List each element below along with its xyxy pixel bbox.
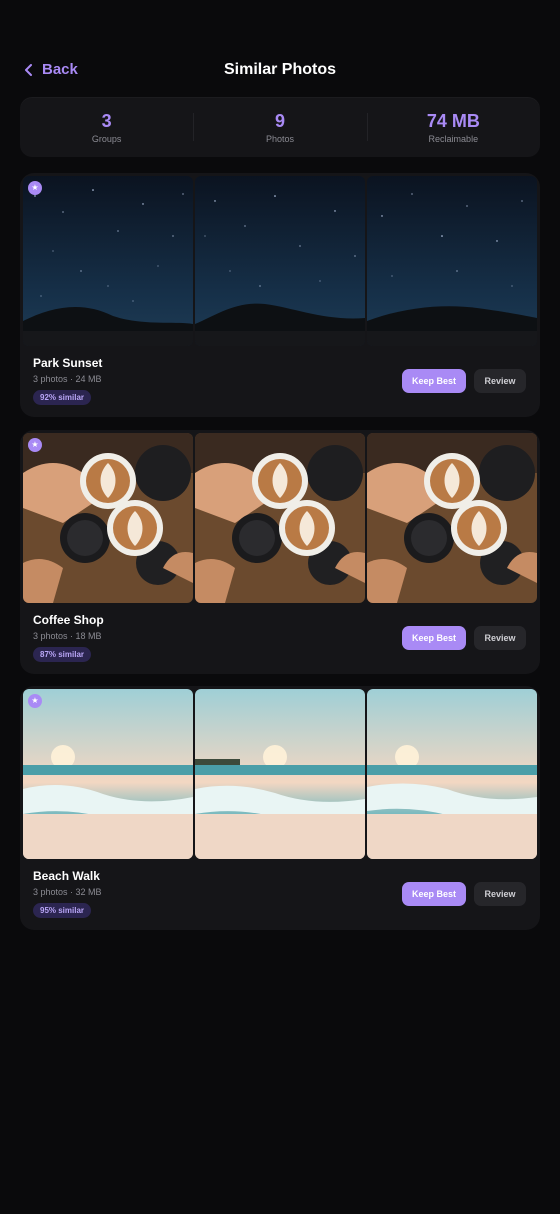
group-actions: Keep Best Review <box>402 626 526 650</box>
star-icon: ★ <box>28 694 42 708</box>
group-name: Coffee Shop <box>33 613 104 627</box>
similarity-badge: 87% similar <box>33 647 92 662</box>
night-sky-photo <box>195 176 365 346</box>
night-sky-photo <box>23 176 193 346</box>
keep-best-button[interactable]: Keep Best <box>402 369 466 393</box>
stat-photos: 9 Photos <box>193 97 366 157</box>
photo-thumbnail[interactable] <box>195 689 365 859</box>
group-card-coffee-shop[interactable]: ★ Coffee Shop 3 photos · 18 MB 87% simil… <box>20 430 540 674</box>
keep-best-button[interactable]: Keep Best <box>402 626 466 650</box>
beach-photo <box>23 689 193 859</box>
photo-thumbnail[interactable]: ★ <box>23 176 193 346</box>
photo-thumbnails: ★ <box>23 176 537 346</box>
stats-summary: 3 Groups 9 Photos 74 MB Reclaimable <box>20 97 540 157</box>
beach-photo <box>195 689 365 859</box>
photo-thumbnail[interactable] <box>195 433 365 603</box>
group-card-beach-walk[interactable]: ★ Beach Walk 3 photos · 32 MB 95% simila… <box>20 686 540 930</box>
group-info: Beach Walk 3 photos · 32 MB 95% similar <box>33 869 102 918</box>
group-info: Park Sunset 3 photos · 24 MB 92% similar <box>33 356 102 405</box>
review-button[interactable]: Review <box>474 369 526 393</box>
stat-reclaimable: 74 MB Reclaimable <box>366 97 540 157</box>
group-card-park-sunset[interactable]: ★ Park Sunset 3 photos · 24 MB 92% simil… <box>20 173 540 417</box>
similarity-badge: 92% similar <box>33 390 92 405</box>
photo-thumbnail[interactable] <box>195 176 365 346</box>
photo-thumbnail[interactable]: ★ <box>23 689 193 859</box>
group-info: Coffee Shop 3 photos · 18 MB 87% similar <box>33 613 104 662</box>
coffee-photo <box>195 433 365 603</box>
night-sky-photo <box>367 176 537 346</box>
star-icon: ★ <box>28 438 42 452</box>
group-actions: Keep Best Review <box>402 882 526 906</box>
review-button[interactable]: Review <box>474 626 526 650</box>
photo-thumbnails: ★ <box>23 689 537 859</box>
stat-photos-label: Photos <box>265 133 294 144</box>
photo-thumbnail[interactable] <box>367 176 537 346</box>
beach-photo <box>367 689 537 859</box>
photo-thumbnail[interactable] <box>367 433 537 603</box>
stat-groups-label: Groups <box>91 133 122 144</box>
group-name: Beach Walk <box>33 869 100 883</box>
stat-reclaimable-label: Reclaimable <box>428 133 479 144</box>
star-icon: ★ <box>28 181 42 195</box>
group-name: Park Sunset <box>33 356 103 370</box>
review-button[interactable]: Review <box>474 882 526 906</box>
group-meta: 3 photos · 32 MB <box>33 887 102 897</box>
group-actions: Keep Best Review <box>402 369 526 393</box>
coffee-photo <box>367 433 537 603</box>
coffee-photo <box>23 433 193 603</box>
photo-thumbnails: ★ <box>23 433 537 603</box>
stat-groups: 3 Groups <box>20 97 193 157</box>
page-title: Similar Photos <box>223 61 337 78</box>
group-meta: 3 photos · 18 MB <box>33 631 102 641</box>
stat-reclaimable-value: 74 MB <box>426 110 480 131</box>
keep-best-button[interactable]: Keep Best <box>402 882 466 906</box>
similarity-badge: 95% similar <box>33 903 92 918</box>
stat-groups-value: 3 <box>101 110 112 131</box>
group-meta: 3 photos · 24 MB <box>33 374 102 384</box>
stat-photos-value: 9 <box>274 110 285 131</box>
photo-thumbnail[interactable] <box>367 689 537 859</box>
photo-thumbnail[interactable]: ★ <box>23 433 193 603</box>
